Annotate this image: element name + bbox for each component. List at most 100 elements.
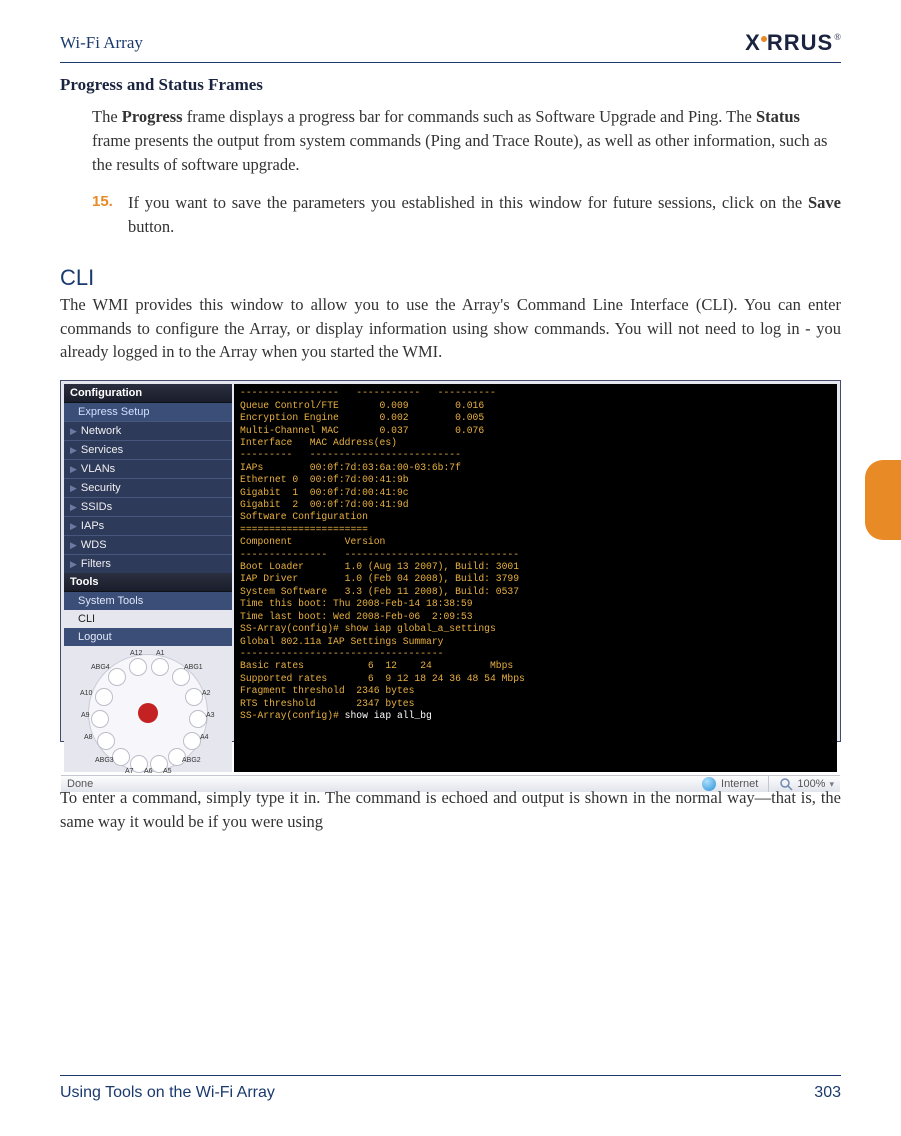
chevron-right-icon: ▶ <box>70 521 77 532</box>
sidebar-item-label: Network <box>81 425 121 437</box>
closing-paragraph: To enter a command, simply type it in. T… <box>60 786 841 834</box>
cli-heading: CLI <box>60 265 841 291</box>
terminal-input-text: show iap all_bg <box>345 710 432 721</box>
diagram-node <box>91 710 109 728</box>
sidebar-item-ssids[interactable]: ▶ SSIDs <box>64 497 232 516</box>
sidebar-item-label: Filters <box>81 558 111 570</box>
chevron-right-icon: ▶ <box>70 540 77 551</box>
terminal-line: IAPs 00:0f:7d:03:6a:00-03:6b:7f <box>240 462 831 474</box>
sidebar-item-express[interactable]: Express Setup <box>64 403 232 421</box>
sidebar-item-cli[interactable]: CLI <box>64 610 232 628</box>
diagram-label: A8 <box>84 734 93 741</box>
diagram-label: ABG4 <box>91 664 110 671</box>
nav-sidebar: Configuration Express Setup ▶Network ▶Se… <box>64 384 232 772</box>
cli-paragraph: The WMI provides this window to allow yo… <box>60 293 841 365</box>
progress-bold: Progress <box>122 107 183 126</box>
chevron-right-icon: ▶ <box>70 502 77 513</box>
footer-rule <box>60 1075 841 1076</box>
terminal-line: SS-Array(config)# show iap global_a_sett… <box>240 623 831 635</box>
terminal-line: --------- -------------------------- <box>240 449 831 461</box>
diagram-label: A10 <box>80 690 92 697</box>
header-rule <box>60 62 841 63</box>
terminal-line: Time this boot: Thu 2008-Feb-14 18:38:59 <box>240 598 831 610</box>
diagram-node <box>189 710 207 728</box>
terminal-line: System Software 3.3 (Feb 11 2008), Build… <box>240 586 831 598</box>
status-bold: Status <box>756 107 800 126</box>
diagram-label: ABG1 <box>184 664 203 671</box>
cli-window: Configuration Express Setup ▶Network ▶Se… <box>60 380 841 742</box>
sidebar-item-label: VLANs <box>81 463 115 475</box>
diagram-label: A6 <box>144 768 153 775</box>
list-item-15: 15. If you want to save the parameters y… <box>92 191 841 239</box>
diagram-center-icon <box>138 703 158 723</box>
terminal-line: Gigabit 1 00:0f:7d:00:41:9c <box>240 487 831 499</box>
page-header-title: Wi-Fi Array <box>60 33 143 53</box>
chevron-right-icon: ▶ <box>70 464 77 475</box>
text-span: The <box>92 107 122 126</box>
cli-terminal[interactable]: ----------------- ----------- ----------… <box>234 384 837 772</box>
figure-157: Configuration Express Setup ▶Network ▶Se… <box>60 380 841 772</box>
diagram-label: A5 <box>163 768 172 775</box>
sidebar-item-vlans[interactable]: ▶ VLANs <box>64 459 232 478</box>
subheading: Progress and Status Frames <box>60 75 841 95</box>
sidebar-diagram-area: A12 A1 ABG4 ABG1 A10 A2 A9 A3 A8 A4 ABG3… <box>64 646 232 772</box>
text-span: If you want to save the parameters you e… <box>128 193 808 212</box>
terminal-line: IAP Driver 1.0 (Feb 04 2008), Build: 379… <box>240 573 831 585</box>
chevron-right-icon: ▶ <box>70 559 77 570</box>
diagram-node <box>95 688 113 706</box>
terminal-line: Encryption Engine 0.002 0.005 <box>240 412 831 424</box>
sidebar-item-system-tools[interactable]: System Tools <box>64 592 232 610</box>
diagram-node <box>129 658 147 676</box>
side-tab-icon <box>865 460 901 540</box>
terminal-prompt: SS-Array(config)# <box>240 710 345 721</box>
logo-dot-icon <box>761 36 767 42</box>
diagram-node <box>112 748 130 766</box>
array-diagram: A12 A1 ABG4 ABG1 A10 A2 A9 A3 A8 A4 ABG3… <box>88 654 208 772</box>
diagram-node <box>183 732 201 750</box>
terminal-line: Multi-Channel MAC 0.037 0.076 <box>240 425 831 437</box>
terminal-line: ----------------- ----------- ---------- <box>240 387 831 399</box>
sidebar-header-config[interactable]: Configuration <box>64 384 232 403</box>
list-text: If you want to save the parameters you e… <box>128 191 841 239</box>
logo-text: XRRUS <box>745 30 833 56</box>
diagram-label: A2 <box>202 690 211 697</box>
sidebar-item-label: Services <box>81 444 123 456</box>
sidebar-item-iaps[interactable]: ▶IAPs <box>64 516 232 535</box>
diagram-label: A7 <box>125 768 134 775</box>
terminal-line: ====================== <box>240 524 831 536</box>
save-bold: Save <box>808 193 841 212</box>
sidebar-item-filters[interactable]: ▶ Filters <box>64 554 232 573</box>
sidebar-item-security[interactable]: ▶ Security <box>64 478 232 497</box>
diagram-label: A4 <box>200 734 209 741</box>
progress-paragraph: The Progress frame displays a progress b… <box>92 105 841 177</box>
brand-logo: XRRUS ® <box>745 30 841 56</box>
diagram-node <box>97 732 115 750</box>
diagram-label: A12 <box>130 650 142 657</box>
sidebar-header-tools[interactable]: Tools <box>64 573 232 592</box>
sidebar-item-logout[interactable]: Logout <box>64 628 232 646</box>
sidebar-item-label: SSIDs <box>81 501 112 513</box>
diagram-node <box>151 658 169 676</box>
text-span: button. <box>128 217 174 236</box>
text-span: frame displays a progress bar for comman… <box>183 107 756 126</box>
terminal-line: Queue Control/FTE 0.009 0.016 <box>240 400 831 412</box>
terminal-line: --------------- ------------------------… <box>240 549 831 561</box>
page-footer: Using Tools on the Wi-Fi Array 303 <box>60 1075 841 1102</box>
terminal-line: Basic rates 6 12 24 Mbps <box>240 660 831 672</box>
diagram-label: A9 <box>81 712 90 719</box>
sidebar-item-label: Security <box>81 482 121 494</box>
diagram-node <box>185 688 203 706</box>
chevron-right-icon: ▶ <box>70 426 77 437</box>
sidebar-item-wds[interactable]: ▶ WDS <box>64 535 232 554</box>
text-span: frame presents the output from system co… <box>92 131 827 174</box>
sidebar-item-services[interactable]: ▶Services <box>64 440 232 459</box>
list-number: 15. <box>92 191 118 239</box>
terminal-line: ----------------------------------- <box>240 648 831 660</box>
diagram-label: A3 <box>206 712 215 719</box>
footer-section-title: Using Tools on the Wi-Fi Array <box>60 1084 275 1102</box>
sidebar-item-label: WDS <box>81 539 107 551</box>
sidebar-item-network[interactable]: ▶ Network <box>64 421 232 440</box>
registered-icon: ® <box>834 32 841 42</box>
chevron-right-icon: ▶ <box>70 483 77 494</box>
terminal-line: RTS threshold 2347 bytes <box>240 698 831 710</box>
